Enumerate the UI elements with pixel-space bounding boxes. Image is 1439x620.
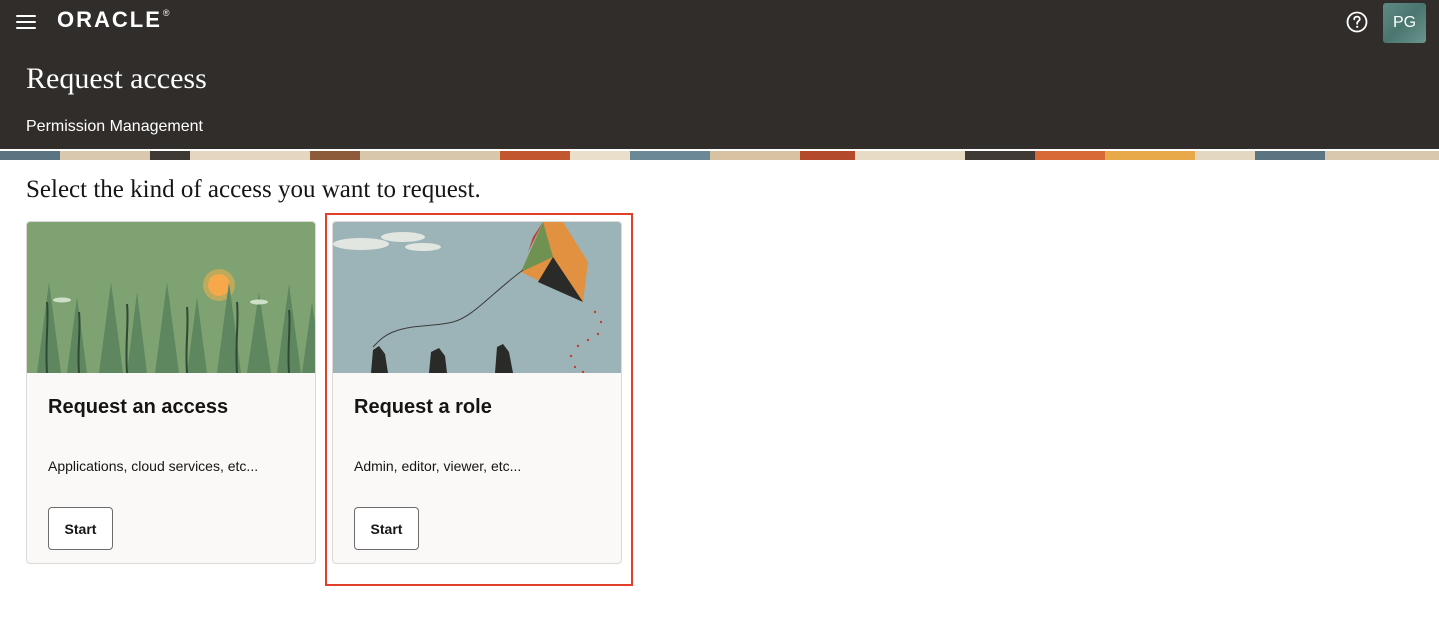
instructions-heading: Select the kind of access you want to re… (26, 176, 481, 203)
request-role-card[interactable]: Request a role Admin, editor, viewer, et… (332, 221, 622, 564)
top-header: ORACLE ® PG Request access Permission Ma… (0, 0, 1439, 149)
card-description: Applications, cloud services, etc... (48, 458, 259, 474)
card-title: Request a role (354, 396, 492, 418)
kite-hands-illustration (333, 222, 621, 373)
decorative-pattern-banner (0, 149, 1439, 160)
start-button[interactable]: Start (354, 507, 419, 550)
page-title: Request access (26, 62, 207, 95)
avatar-initials: PG (1392, 14, 1417, 31)
forest-sun-illustration (27, 222, 315, 373)
hamburger-menu-icon[interactable] (14, 11, 38, 33)
start-button[interactable]: Start (48, 507, 113, 550)
card-description: Admin, editor, viewer, etc... (354, 458, 522, 474)
request-access-card[interactable]: Request an access Applications, cloud se… (26, 221, 316, 564)
oracle-logo: ORACLE ® (57, 7, 171, 32)
card-title: Request an access (48, 396, 229, 418)
page-subtitle: Permission Management (26, 118, 203, 135)
user-avatar[interactable]: PG (1383, 3, 1426, 43)
oracle-logo-text: ORACLE (57, 7, 162, 32)
help-question-icon[interactable] (1345, 10, 1369, 34)
